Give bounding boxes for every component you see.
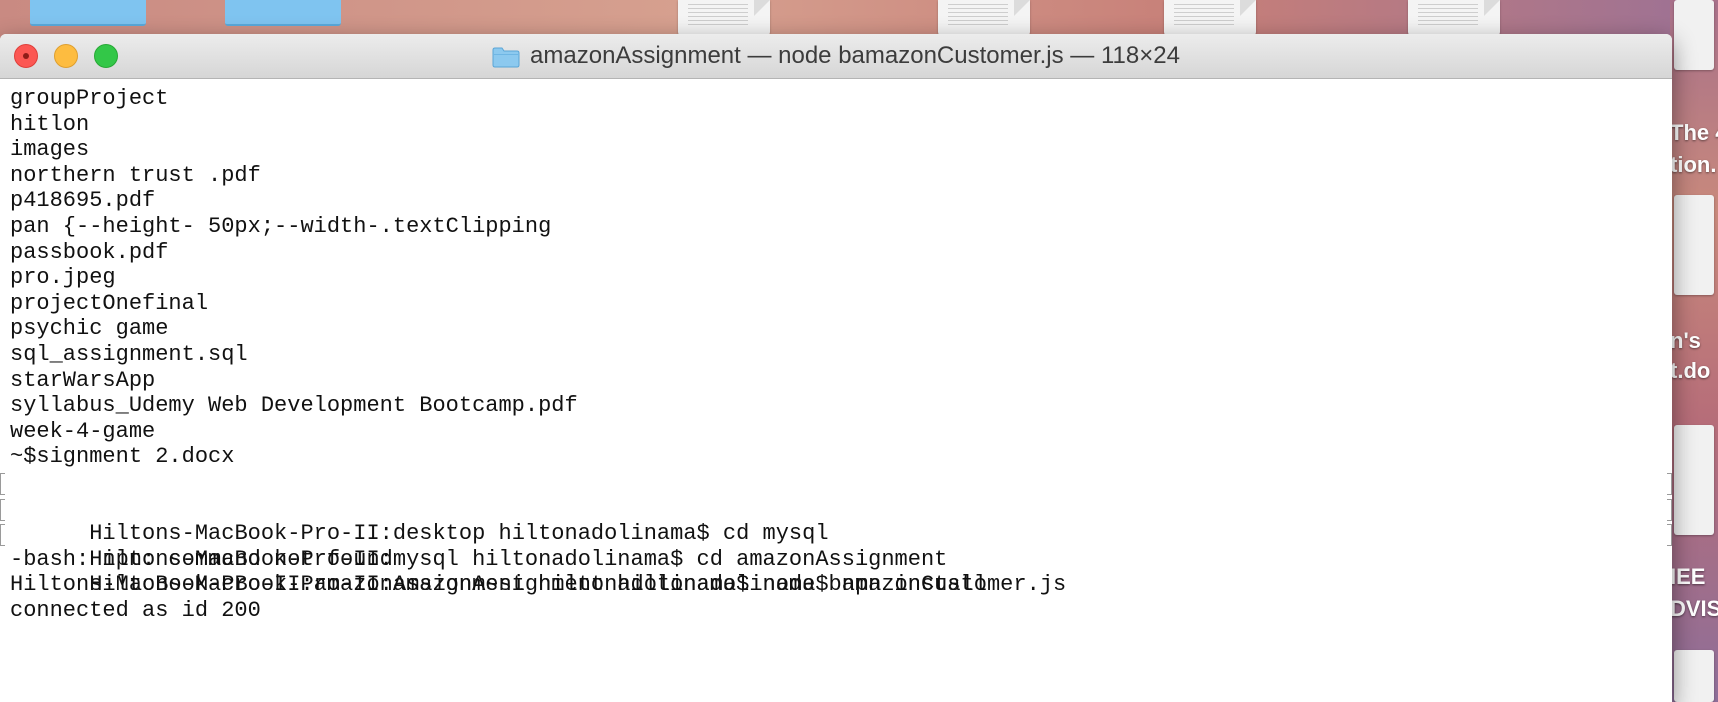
desktop-file-label: tion. (1670, 152, 1717, 177)
terminal-line: groupProject (10, 86, 169, 111)
folder-icon (492, 46, 520, 68)
terminal-line: pro.jpeg (10, 265, 116, 291)
terminal-line: Hiltons-MacBook-Pro-II:amazonAssignment … (10, 572, 1067, 598)
terminal-line: syllabus_Udemy Web Development Bootcamp.… (10, 393, 578, 419)
desktop-document-icon[interactable] (678, 0, 770, 36)
terminal-window: amazonAssignment — node bamazonCustomer.… (0, 34, 1672, 702)
desktop-file-label: t.do (1670, 358, 1711, 383)
terminal-line: hitlon (10, 111, 90, 137)
terminal-line: p418695.pdf (10, 188, 156, 214)
window-titlebar[interactable]: amazonAssignment — node bamazonCustomer.… (0, 34, 1672, 79)
terminal-line: connected as id 200 (10, 597, 261, 623)
terminal-line: sql_assignment.sql (10, 341, 248, 367)
desktop-document-icon[interactable] (1408, 0, 1500, 36)
desktop-document-icon[interactable] (1164, 0, 1256, 36)
terminal-line: pan {--height- 50px;--width-.textClippin… (10, 213, 552, 239)
terminal-command-line: Hiltons-MacBook-Pro-II:mysql hiltonadoli… (0, 496, 1672, 572)
desktop-file-label: The 4 (1670, 120, 1718, 145)
desktop-document-icon[interactable] (1674, 425, 1714, 535)
desktop-document-icon[interactable] (1674, 195, 1714, 295)
desktop-right-edge: The 4 tion. n's t.do IEE DVIS (1670, 0, 1718, 702)
desktop-folder-icon[interactable] (225, 0, 341, 26)
desktop-file-label: n's (1670, 328, 1701, 353)
desktop-file-label: IEE (1670, 564, 1706, 589)
terminal-command-line: Hiltons-MacBook-Pro-II:amazonAssignment … (0, 521, 1672, 597)
desktop-document-icon[interactable] (1674, 0, 1714, 70)
command-mark-right (1667, 472, 1672, 495)
command-mark-left (0, 498, 5, 521)
terminal-line: -bash: npn: command not found (10, 546, 393, 572)
terminal-line: passbook.pdf (10, 239, 169, 265)
terminal-line: week-4-game (10, 418, 156, 444)
terminal-line: northern trust .pdf (10, 162, 261, 188)
command-mark-right (1667, 524, 1672, 547)
terminal-line: starWarsApp (10, 367, 156, 393)
terminal-output[interactable]: groupProject hitlon images northern trus… (0, 79, 1672, 702)
command-mark-right (1667, 498, 1672, 521)
terminal-line: images (10, 137, 90, 163)
terminal-line: ~$signment 2.docx (10, 444, 235, 470)
terminal-line: psychic game (10, 316, 169, 342)
window-title: amazonAssignment — node bamazonCustomer.… (530, 42, 1180, 69)
desktop-file-label: DVIS (1670, 596, 1718, 621)
desktop-document-icon[interactable] (1674, 650, 1714, 702)
command-mark-left (0, 524, 5, 547)
terminal-command-line: Hiltons-MacBook-Pro-II:desktop hiltonado… (0, 470, 1672, 546)
desktop-document-icon[interactable] (938, 0, 1030, 36)
command-mark-left (0, 472, 5, 495)
window-title-group: amazonAssignment — node bamazonCustomer.… (0, 34, 1672, 78)
terminal-line: projectOnefinal (10, 290, 209, 316)
desktop-folder-icon[interactable] (30, 0, 146, 26)
